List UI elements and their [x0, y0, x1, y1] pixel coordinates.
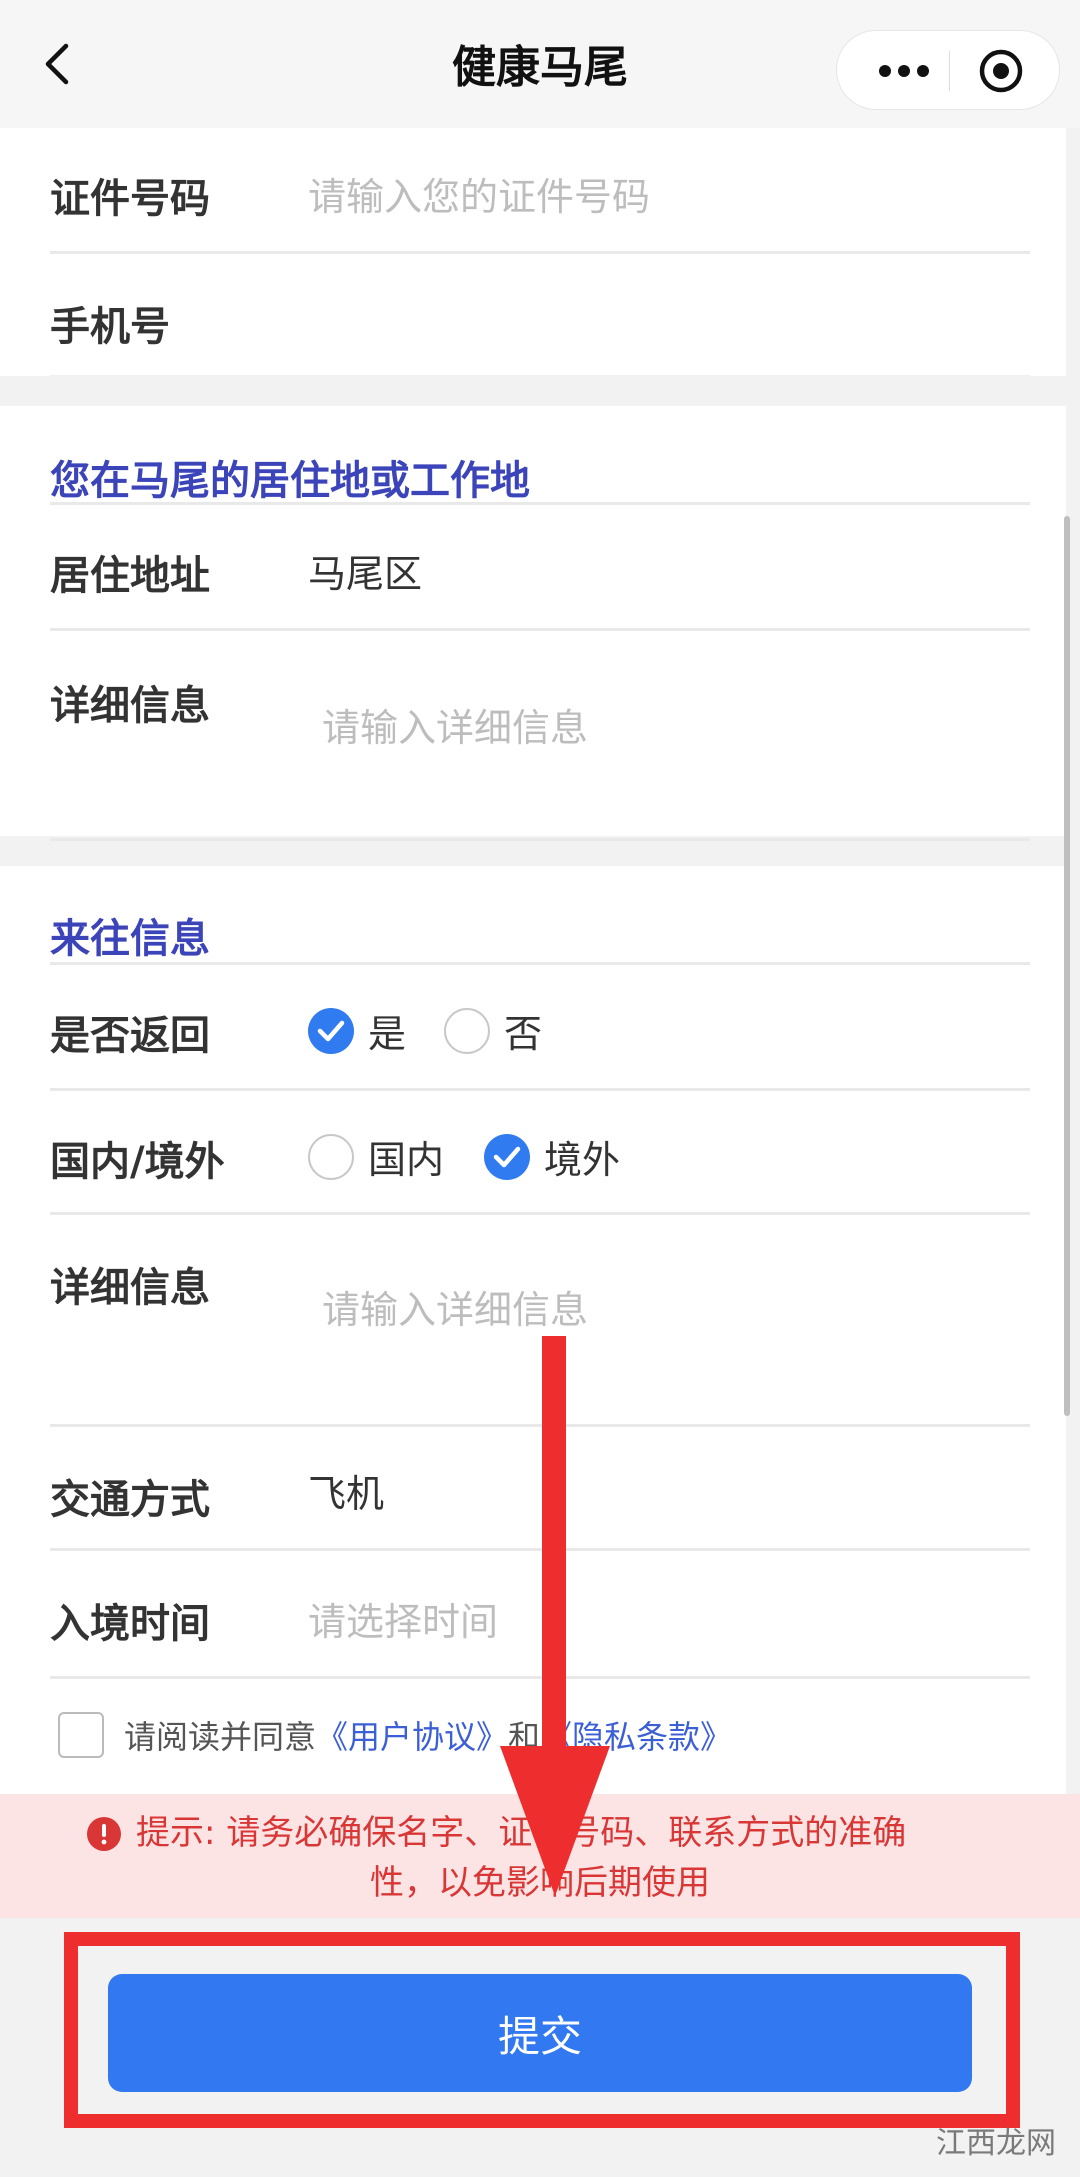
entry-time-label: 入境时间	[50, 1601, 210, 1647]
warning-text-line2: 性，以免影响后期使用	[370, 1863, 710, 1903]
identity-section: 证件号码 请输入您的证件号码 手机号	[0, 128, 1066, 376]
travel-detail-input[interactable]: 请输入详细信息	[322, 1279, 588, 1334]
id-number-label: 证件号码	[50, 176, 210, 222]
checked-circle-icon	[484, 1133, 530, 1180]
warning-banner: 提示: 请务必确保名字、证件号码、联系方式的准确 性，以免影响后期使用	[0, 1794, 1080, 1918]
phone-label: 手机号	[50, 304, 170, 350]
address-value[interactable]: 马尾区	[308, 543, 422, 598]
agreement-row: 请阅读并同意 《用户协议》 和 《隐私条款》	[58, 1712, 732, 1758]
region-domestic-option[interactable]: 国内	[308, 1129, 444, 1184]
mini-program-capsule	[836, 30, 1060, 110]
return-yes-option[interactable]: 是	[308, 1003, 406, 1058]
region-row: 国内/境外 国内 境外	[50, 1091, 1030, 1215]
residence-detail-row: 详细信息 请输入详细信息	[50, 631, 1030, 841]
region-abroad-option[interactable]: 境外	[484, 1129, 620, 1184]
checked-circle-icon	[308, 1007, 354, 1054]
entry-time-row: 入境时间 请选择时间	[50, 1551, 1030, 1679]
return-row: 是否返回 是 否	[50, 965, 1030, 1091]
privacy-policy-link[interactable]: 《隐私条款》	[540, 1712, 732, 1758]
travel-detail-row: 详细信息 请输入详细信息	[50, 1215, 1030, 1427]
return-no-option[interactable]: 否	[444, 1003, 542, 1058]
transport-row: 交通方式 飞机	[50, 1427, 1030, 1551]
scrollbar[interactable]	[1064, 516, 1070, 1416]
transport-value[interactable]: 飞机	[308, 1463, 384, 1518]
address-label: 居住地址	[50, 553, 210, 599]
agreement-checkbox[interactable]	[58, 1712, 104, 1758]
residence-detail-label: 详细信息	[50, 683, 210, 729]
residence-section: 您在马尾的居住地或工作地 居住地址 马尾区 详细信息 请输入详细信息	[0, 406, 1066, 841]
residence-detail-input[interactable]: 请输入详细信息	[322, 697, 588, 752]
user-agreement-link[interactable]: 《用户协议》	[316, 1712, 508, 1758]
return-yes-label: 是	[368, 1012, 407, 1056]
entry-time-picker[interactable]: 请选择时间	[308, 1591, 498, 1646]
agreement-prefix: 请阅读并同意	[124, 1718, 317, 1756]
close-miniprogram-icon[interactable]	[977, 47, 1025, 95]
residence-section-title: 您在马尾的居住地或工作地	[50, 458, 530, 504]
unchecked-circle-icon	[444, 1007, 490, 1054]
submit-button[interactable]: 提交	[108, 1974, 972, 2092]
address-row: 居住地址 马尾区	[50, 505, 1030, 631]
unchecked-circle-icon	[308, 1133, 354, 1180]
return-label: 是否返回	[50, 1013, 210, 1059]
watermark: 江西龙网	[936, 2126, 1056, 2161]
phone-row: 手机号	[50, 254, 1030, 376]
navigation-bar: 健康马尾	[0, 0, 1080, 128]
id-number-input[interactable]: 请输入您的证件号码	[308, 166, 650, 221]
region-abroad-label: 境外	[544, 1138, 621, 1182]
transport-label: 交通方式	[50, 1477, 210, 1523]
exclamation-icon	[87, 1817, 121, 1851]
travel-section: 来往信息 是否返回 是 否 国内/境外 国内 境外 详细信息 请输入详细信息 交…	[0, 866, 1066, 1794]
capsule-divider	[949, 51, 950, 91]
region-domestic-label: 国内	[368, 1138, 445, 1182]
travel-detail-label: 详细信息	[50, 1265, 210, 1311]
region-label: 国内/境外	[50, 1139, 225, 1185]
agreement-and: 和	[508, 1718, 541, 1756]
travel-section-title: 来往信息	[50, 916, 210, 962]
more-options-icon[interactable]	[877, 53, 931, 89]
return-no-label: 否	[504, 1012, 543, 1056]
warning-text-line1: 提示: 请务必确保名字、证件号码、联系方式的准确	[136, 1813, 907, 1853]
id-number-row: 证件号码 请输入您的证件号码	[50, 128, 1030, 254]
